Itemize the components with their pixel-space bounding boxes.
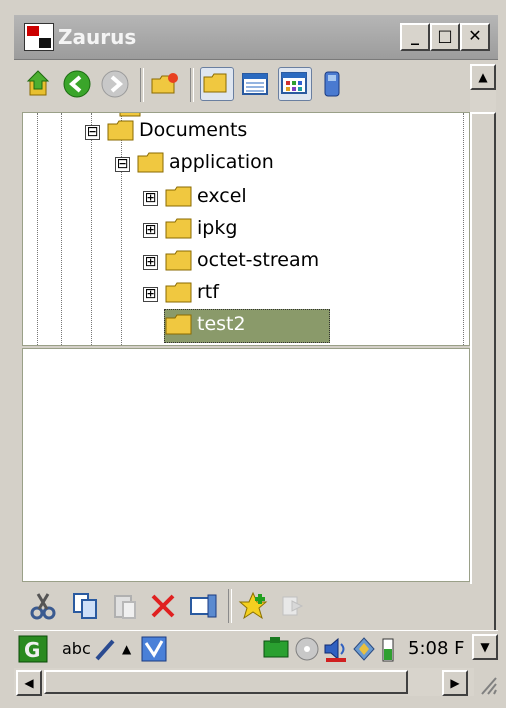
- main-toolbar: [14, 60, 474, 110]
- icon-view-icon[interactable]: [278, 67, 312, 101]
- pen-icon[interactable]: [94, 635, 116, 663]
- tree-node-documents[interactable]: ⊟ Documents: [85, 119, 345, 147]
- tree-guide-line: [121, 113, 122, 345]
- folder-icon: [119, 113, 141, 117]
- bookmark-add-icon[interactable]: [238, 591, 268, 621]
- scroll-up-button[interactable]: ▲: [470, 64, 496, 90]
- tree-node-label: excel: [197, 185, 247, 207]
- cut-icon[interactable]: [28, 591, 58, 621]
- maximize-button[interactable]: □: [430, 23, 460, 51]
- detail-view-icon[interactable]: [240, 69, 270, 99]
- tree-node-label: test2: [197, 313, 246, 335]
- folder-icon: [165, 218, 192, 239]
- collapse-icon[interactable]: ⊟: [115, 157, 130, 172]
- bookmark-go-icon[interactable]: [278, 591, 308, 621]
- tree-node-label: rtf: [197, 281, 219, 303]
- collapse-icon[interactable]: ⊟: [85, 125, 100, 140]
- cd-applet-icon[interactable]: [294, 635, 320, 663]
- folder-open-icon: [137, 152, 164, 173]
- folder-icon: [165, 186, 192, 207]
- expand-icon[interactable]: ⊞: [143, 223, 158, 238]
- title-bar[interactable]: Zaurus _ □ ✕: [14, 15, 498, 60]
- tree-node-application[interactable]: ⊟ application: [115, 151, 355, 179]
- back-icon[interactable]: [62, 69, 92, 99]
- window-title: Zaurus: [58, 25, 137, 49]
- folder-icon: [165, 282, 192, 303]
- toolbar-separator: [190, 68, 194, 102]
- input-method-label[interactable]: abc: [62, 639, 91, 658]
- edit-toolbar: [14, 584, 474, 630]
- scroll-right-button[interactable]: ▶: [442, 670, 468, 696]
- minimize-button[interactable]: _: [400, 23, 430, 51]
- scroll-left-button[interactable]: ◀: [16, 670, 42, 696]
- svg-text:G: G: [24, 638, 40, 662]
- expand-icon[interactable]: ⊞: [143, 255, 158, 270]
- up-folder-icon[interactable]: [24, 69, 54, 99]
- tree-guide-line: [61, 113, 62, 345]
- tree-guide-line: [37, 113, 38, 345]
- app-switcher-icon[interactable]: [140, 635, 168, 663]
- tree-node-label: ipkg: [197, 217, 238, 239]
- copy-icon[interactable]: [70, 591, 100, 621]
- resize-grip-icon[interactable]: [476, 672, 498, 696]
- forward-icon[interactable]: [100, 69, 130, 99]
- folder-tree[interactable]: ⊟ Documents ⊟ application ⊞ excel ⊞ ipkg…: [22, 112, 470, 346]
- tree-node-ipkg[interactable]: ⊞ ipkg: [143, 217, 383, 245]
- tree-node-octet-stream[interactable]: ⊞ octet-stream: [143, 249, 403, 277]
- horizontal-scrollbar[interactable]: ◀ ▶: [14, 668, 474, 696]
- scroll-down-button[interactable]: ▼: [472, 634, 498, 660]
- tree-guide-line: [91, 113, 92, 345]
- battery-applet-icon[interactable]: [262, 635, 292, 663]
- folder-icon: [165, 314, 192, 335]
- tree-node-label: application: [169, 151, 274, 173]
- file-list[interactable]: [22, 348, 470, 582]
- network-icon[interactable]: [352, 635, 376, 663]
- toolbar-separator: [228, 589, 232, 623]
- input-menu-arrow-icon[interactable]: ▲: [122, 635, 136, 663]
- delete-icon[interactable]: [148, 591, 178, 621]
- toolbar-separator: [140, 68, 144, 102]
- tree-node-label: Documents: [139, 119, 248, 141]
- horizontal-scroll-thumb[interactable]: [44, 670, 408, 694]
- expand-icon[interactable]: ⊞: [143, 287, 158, 302]
- paste-icon[interactable]: [110, 591, 140, 621]
- volume-icon[interactable]: [322, 635, 350, 663]
- close-button[interactable]: ✕: [460, 23, 490, 51]
- start-menu-icon[interactable]: G: [18, 635, 48, 663]
- battery-level-icon: [380, 635, 396, 663]
- properties-icon[interactable]: [188, 591, 218, 621]
- tree-node-test2[interactable]: test2: [165, 313, 325, 341]
- new-folder-icon[interactable]: [150, 69, 180, 99]
- tree-node-label: octet-stream: [197, 249, 320, 271]
- folder-icon: [165, 250, 192, 271]
- vertical-scrollbar[interactable]: ▲: [470, 64, 496, 642]
- taskbar: G abc ▲ 5:08 F ▼: [14, 630, 498, 667]
- tree-node-excel[interactable]: ⊞ excel: [143, 185, 383, 213]
- app-logo-icon: [24, 23, 54, 51]
- drive-icon[interactable]: [318, 69, 348, 99]
- scroll-thumb[interactable]: [470, 112, 496, 636]
- folder-open-icon: [107, 120, 134, 141]
- tree-view-icon[interactable]: [200, 67, 234, 101]
- tree-node-rtf[interactable]: ⊞ rtf: [143, 281, 383, 309]
- tree-guide-line: [463, 113, 464, 345]
- expand-icon[interactable]: ⊞: [143, 191, 158, 206]
- clock[interactable]: 5:08 F: [408, 638, 465, 659]
- zaurus-window: Zaurus _ □ ✕ ▲ ⊟ Documents ⊟ application…: [0, 0, 506, 708]
